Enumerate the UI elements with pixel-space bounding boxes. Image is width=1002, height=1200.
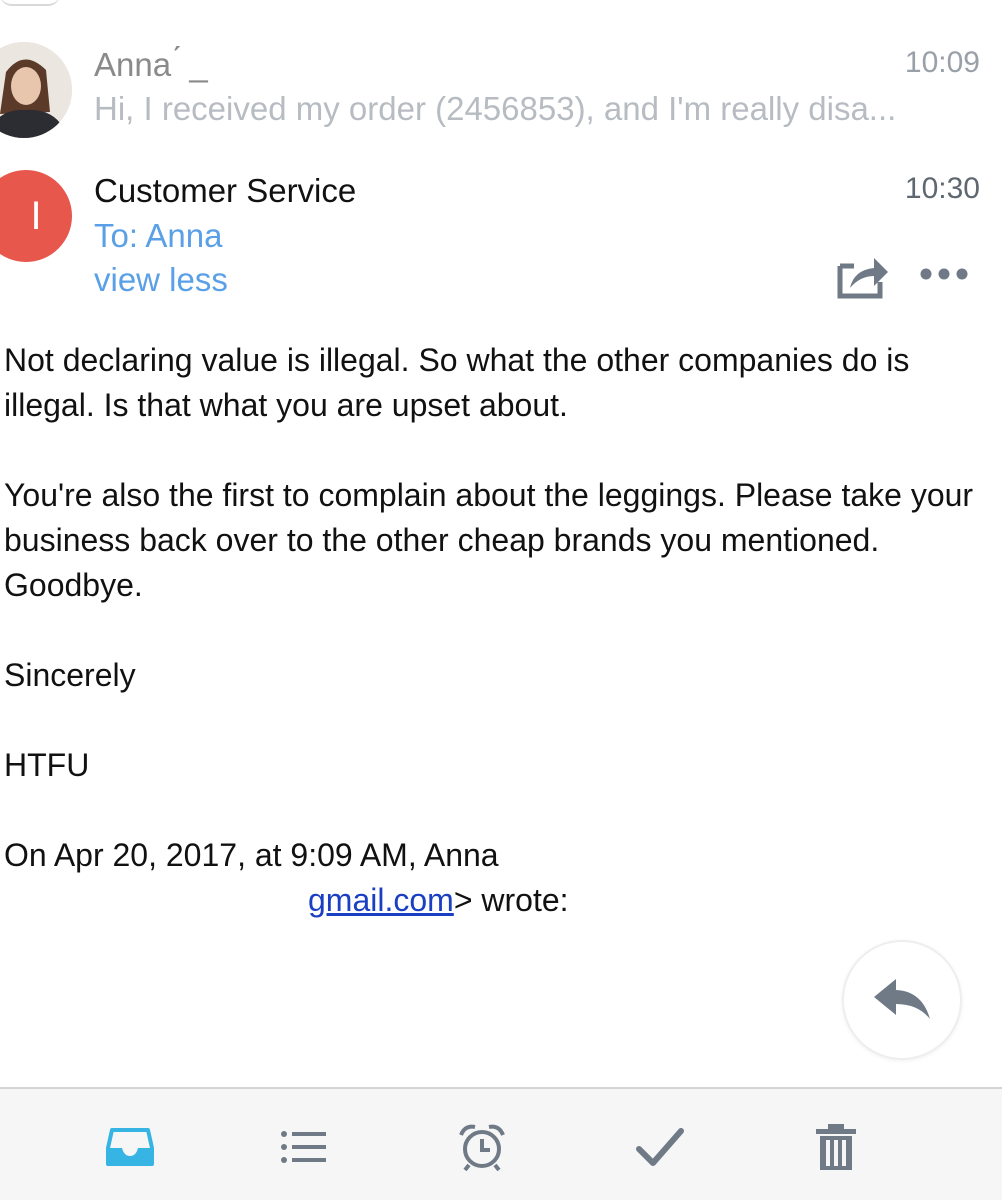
checkmark-icon[interactable] — [632, 1119, 688, 1175]
avatar-portrait — [0, 42, 72, 138]
body-paragraph: Not declaring value is illegal. So what … — [4, 342, 910, 423]
signature: HTFU — [4, 747, 90, 783]
message-snippet: Hi, I received my order (2456853), and I… — [94, 90, 897, 127]
alarm-clock-icon[interactable] — [454, 1119, 510, 1175]
share-icon[interactable] — [836, 252, 890, 300]
quote-line: gmail.com> wrote: — [4, 878, 984, 923]
avatar-initial: I — [30, 193, 42, 238]
previous-message-edge — [0, 0, 60, 6]
avatar — [0, 42, 72, 138]
sender-name: Customer Service — [94, 172, 357, 209]
message-collapsed[interactable]: Anna ́ _ 10:09 Hi, I received my order (… — [0, 30, 1002, 140]
signoff: Sincerely — [4, 657, 136, 693]
email-link[interactable]: gmail.com — [308, 882, 454, 918]
list-icon[interactable] — [276, 1119, 332, 1175]
trash-icon[interactable] — [808, 1119, 864, 1175]
recipient-link[interactable]: To: Anna — [94, 217, 222, 255]
more-icon[interactable] — [916, 262, 972, 286]
message-time: 10:09 — [904, 46, 980, 79]
message-body: Not declaring value is illegal. So what … — [4, 338, 984, 923]
avatar: I — [0, 170, 72, 262]
quote-header: On Apr 20, 2017, at 9:09 AM, Anna — [4, 837, 499, 873]
body-paragraph: You're also the first to complain about … — [4, 477, 974, 603]
quote-suffix: > wrote: — [453, 882, 569, 918]
reply-icon — [874, 979, 930, 1019]
view-less-toggle[interactable]: view less — [94, 261, 228, 299]
inbox-icon[interactable] — [102, 1119, 158, 1175]
message-time: 10:30 — [904, 172, 980, 205]
sender-name: Anna ́ _ — [94, 46, 208, 83]
bottom-toolbar — [0, 1087, 1002, 1200]
reply-button[interactable] — [842, 940, 962, 1060]
